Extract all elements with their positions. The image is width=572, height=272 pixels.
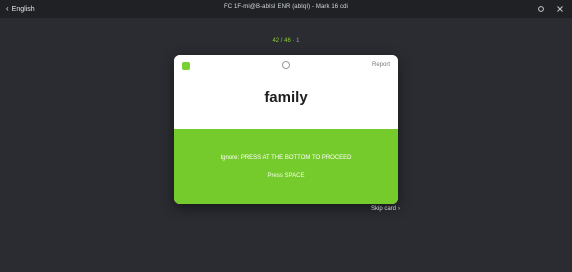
progress-extra: 1 xyxy=(296,38,300,44)
card-front: Report family xyxy=(174,55,398,129)
status-badge[interactable] xyxy=(182,62,190,70)
skip-label: Skip card xyxy=(370,206,396,212)
progress-indicator: 42 / 46 · 1 xyxy=(0,38,572,44)
press-hint: Press SPACE xyxy=(267,173,305,179)
front-word: family xyxy=(264,89,308,106)
reveal-text: Ignore: PRESS AT THE BOTTOM TO PROCEED xyxy=(220,155,352,161)
report-link[interactable]: Report xyxy=(372,62,390,68)
settings-icon[interactable] xyxy=(536,4,545,13)
chevron-right-icon: › xyxy=(398,206,400,212)
reveal-panel[interactable]: Ignore: PRESS AT THE BOTTOM TO PROCEED P… xyxy=(174,129,398,204)
progress-separator: · xyxy=(292,38,295,44)
progress-count: 42 / 46 xyxy=(272,38,291,44)
skip-link[interactable]: Skip card › xyxy=(371,206,400,212)
top-icons xyxy=(536,4,564,13)
flashcard[interactable]: Report family Ignore: PRESS AT THE BOTTO… xyxy=(174,55,398,204)
close-icon[interactable] xyxy=(555,4,564,13)
audio-icon[interactable] xyxy=(282,61,290,69)
top-bar: ‹ English FC 1F-mi@B-abIsI ENR (abIqI) -… xyxy=(0,0,572,18)
window-title: FC 1F-mi@B-abIsI ENR (abIqI) - Mark 16 c… xyxy=(224,4,348,10)
